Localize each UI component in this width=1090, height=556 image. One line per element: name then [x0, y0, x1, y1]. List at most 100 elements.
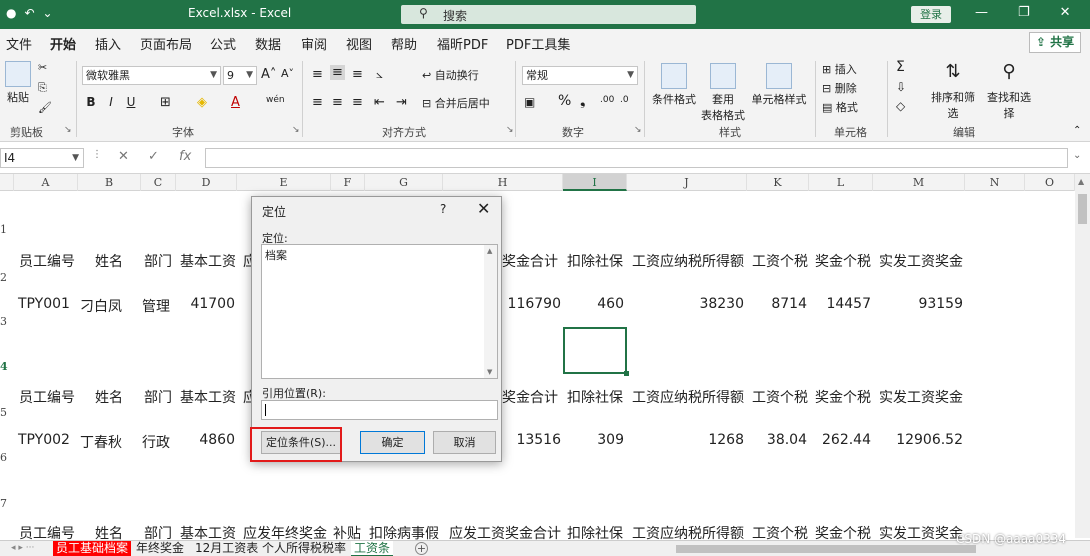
table-cell[interactable]: 实发工资奖金: [879, 251, 963, 271]
autosum-icon[interactable]: Σ: [896, 59, 905, 75]
table-cell[interactable]: 93159: [873, 296, 963, 312]
table-cell[interactable]: 38.04: [747, 432, 807, 448]
fill-color-icon[interactable]: ◈: [197, 95, 207, 110]
column-header[interactable]: F: [331, 174, 365, 191]
scroll-up-icon[interactable]: ▲: [1078, 177, 1084, 186]
row-header[interactable]: 6: [0, 451, 14, 464]
conditional-format-button[interactable]: 条件格式: [650, 63, 698, 107]
table-cell[interactable]: 员工编号: [19, 251, 75, 271]
table-cell[interactable]: 工资应纳税所得额: [632, 387, 744, 407]
table-cell[interactable]: 奖金个税: [815, 251, 871, 271]
row-header[interactable]: 3: [0, 315, 14, 328]
column-header[interactable]: C: [141, 174, 176, 191]
table-cell[interactable]: 262.44: [809, 432, 871, 448]
wrap-text-button[interactable]: ↩ 自动换行: [422, 67, 479, 83]
column-header[interactable]: N: [965, 174, 1025, 191]
cancel-formula-icon[interactable]: ✕: [118, 149, 129, 164]
italic-button[interactable]: I: [102, 95, 120, 109]
table-cell[interactable]: 8714: [747, 296, 807, 312]
table-cell[interactable]: TPY001: [18, 296, 70, 312]
table-cell[interactable]: 行政: [142, 432, 170, 452]
sheet-tab[interactable]: 员工基础档案: [53, 541, 132, 556]
enter-formula-icon[interactable]: ✓: [148, 149, 159, 164]
borders-icon[interactable]: ⊞: [160, 95, 171, 110]
copy-icon[interactable]: ⎘: [38, 81, 47, 95]
font-size-combo[interactable]: 9 ▼: [223, 66, 257, 85]
table-cell[interactable]: 奖金个税: [815, 387, 871, 407]
row-header[interactable]: 5: [0, 406, 14, 419]
font-launcher-icon[interactable]: ↘: [292, 125, 300, 135]
tab-help[interactable]: 帮助: [391, 34, 417, 53]
cell-styles-button[interactable]: 单元格样式: [751, 63, 807, 107]
table-cell[interactable]: 工资个税: [752, 251, 808, 271]
format-as-table-button[interactable]: 套用 表格格式: [699, 63, 747, 123]
table-cell[interactable]: 13516: [500, 432, 561, 448]
restore-icon[interactable]: ❐: [1018, 5, 1030, 20]
ok-button[interactable]: 确定: [360, 431, 425, 454]
list-item[interactable]: 档案: [265, 247, 287, 263]
table-cell[interactable]: 14457: [809, 296, 871, 312]
decrease-decimal-icon[interactable]: .0: [620, 95, 629, 105]
name-box[interactable]: I4 ▼: [0, 148, 84, 168]
tab-data[interactable]: 数据: [255, 34, 281, 53]
table-cell[interactable]: 工资个税: [752, 387, 808, 407]
format-cells-button[interactable]: ▤ 格式: [822, 99, 858, 115]
tab-insert[interactable]: 插入: [95, 34, 121, 53]
decrease-font-icon[interactable]: A˅: [281, 67, 294, 80]
row-header[interactable]: 7: [0, 497, 14, 510]
table-cell[interactable]: 扣除社保: [567, 251, 623, 271]
scroll-up-icon[interactable]: ▲: [487, 247, 492, 255]
column-header[interactable]: B: [78, 174, 141, 191]
cut-icon[interactable]: ✂: [38, 61, 47, 74]
increase-decimal-icon[interactable]: .00: [600, 95, 614, 105]
table-cell[interactable]: 309: [563, 432, 624, 448]
percent-icon[interactable]: %: [558, 93, 571, 109]
sheet-tab[interactable]: 12月工资表: [192, 541, 261, 556]
cancel-button[interactable]: 取消: [433, 431, 496, 454]
tab-pdf-tools[interactable]: PDF工具集: [506, 34, 570, 53]
search-box[interactable]: ⚲ 搜索: [401, 5, 696, 24]
column-header[interactable]: G: [365, 174, 443, 191]
tab-view[interactable]: 视图: [346, 34, 372, 53]
table-cell[interactable]: 员工编号: [19, 387, 75, 407]
increase-font-icon[interactable]: A˄: [261, 67, 276, 82]
accounting-icon[interactable]: ▣: [524, 95, 535, 109]
merge-center-button[interactable]: ⊟ 合并后居中: [422, 95, 490, 111]
column-header[interactable]: A: [14, 174, 78, 191]
number-format-combo[interactable]: 常规 ▼: [522, 66, 638, 85]
table-cell[interactable]: 1268: [627, 432, 744, 448]
column-header[interactable]: M: [873, 174, 965, 191]
login-button[interactable]: 登录: [911, 6, 951, 23]
row-header[interactable]: 1: [0, 223, 14, 236]
orientation-icon[interactable]: ⦣: [376, 67, 383, 82]
row-header-selected[interactable]: 4: [0, 360, 14, 373]
table-cell[interactable]: 460: [563, 296, 624, 312]
sort-filter-button[interactable]: ⇅ 排序和筛选: [926, 61, 980, 121]
font-color-icon[interactable]: A: [231, 95, 240, 110]
insert-function-button[interactable]: fx: [179, 149, 191, 164]
column-header[interactable]: E: [237, 174, 331, 191]
tab-formulas[interactable]: 公式: [210, 34, 236, 53]
table-cell[interactable]: 刁白凤: [80, 296, 122, 316]
table-cell[interactable]: 管理: [142, 296, 170, 316]
selected-cell[interactable]: [563, 327, 629, 376]
add-sheet-icon[interactable]: +: [415, 542, 428, 555]
align-bottom-icon[interactable]: ≡: [352, 67, 363, 82]
help-button[interactable]: ?: [440, 202, 446, 216]
find-select-button[interactable]: ⚲ 查找和选择: [982, 61, 1036, 121]
fill-icon[interactable]: ⇩: [896, 80, 906, 94]
goto-listbox[interactable]: 档案 ▲ ▼: [261, 244, 498, 379]
clipboard-launcher-icon[interactable]: ↘: [64, 125, 72, 135]
column-header-selected[interactable]: I: [563, 174, 627, 191]
table-cell[interactable]: 基本工资: [180, 387, 236, 407]
table-cell[interactable]: 扣除社保: [567, 387, 623, 407]
column-header[interactable]: H: [443, 174, 563, 191]
chevron-down-icon[interactable]: ⌄: [1073, 150, 1081, 161]
collapse-ribbon-icon[interactable]: ⌃: [1073, 125, 1081, 136]
row-header[interactable]: 2: [0, 271, 14, 284]
reference-input[interactable]: [261, 400, 498, 420]
column-header[interactable]: L: [809, 174, 873, 191]
scroll-down-icon[interactable]: ▼: [487, 368, 492, 376]
listbox-scrollbar[interactable]: ▲ ▼: [484, 245, 497, 378]
underline-button[interactable]: U: [122, 95, 140, 109]
